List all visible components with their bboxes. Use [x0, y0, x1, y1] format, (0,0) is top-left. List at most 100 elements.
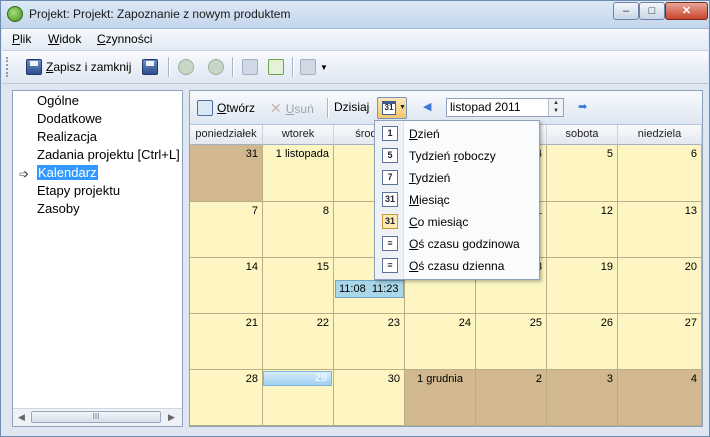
day-cell[interactable]: 6: [618, 145, 702, 202]
day-cell[interactable]: 28: [190, 370, 263, 426]
day-cell[interactable]: 14: [190, 258, 263, 314]
day-cell[interactable]: 8: [263, 202, 334, 258]
day-cell[interactable]: 19: [547, 258, 618, 314]
month-value: listopad 2011: [450, 100, 521, 114]
view-menu-label: Tydzień roboczy: [409, 149, 496, 163]
day-cell[interactable]: 26: [547, 314, 618, 370]
toolbar-separator: [292, 57, 294, 77]
day-cell[interactable]: 21: [190, 314, 263, 370]
calendar-icon: 7: [382, 170, 398, 185]
today-button[interactable]: Dzisiaj: [334, 100, 369, 114]
day-cell[interactable]: 29: [263, 370, 334, 426]
day-cell[interactable]: 7: [190, 202, 263, 258]
day-cell[interactable]: 1 listopada: [263, 145, 334, 202]
month-spinner[interactable]: ▲ ▼: [548, 99, 563, 116]
day-cell[interactable]: 13: [618, 202, 702, 258]
day-number: 29: [314, 372, 327, 384]
open-button[interactable]: Otwórz: [197, 100, 255, 116]
view-menu-item[interactable]: 5 Tydzień roboczy: [375, 145, 539, 167]
nav-item-kalendarz[interactable]: Kalendarz: [37, 165, 98, 180]
scroll-right-icon[interactable]: ▶: [168, 412, 175, 423]
day-cell[interactable]: 31: [190, 145, 263, 202]
day-number: 25: [529, 317, 542, 329]
nav-item-zasoby[interactable]: Zasoby: [37, 201, 80, 216]
refresh-button[interactable]: [268, 56, 284, 78]
view-menu-label-text: ydzień: [415, 171, 451, 185]
menu-plik[interactable]: Plik: [12, 32, 31, 46]
toolbar-separator: [327, 98, 329, 118]
day-number: 7: [251, 205, 258, 217]
day-number: 8: [322, 205, 329, 217]
view-menu-label-text: ś czasu godzinowa: [418, 237, 520, 251]
day-number: 4: [690, 373, 697, 385]
prev-month-icon[interactable]: ◀: [423, 100, 431, 113]
open-icon: [197, 100, 213, 116]
save-icon: [26, 59, 42, 75]
view-dropdown-button[interactable]: 31 ▼: [377, 97, 407, 119]
calendar-icon: 31: [382, 214, 398, 229]
window-title: Projekt: Projekt: Zapoznanie z nowym pro…: [29, 7, 291, 21]
scroll-thumb[interactable]: III: [31, 411, 161, 423]
nav-item-etapy[interactable]: Etapy projektu: [37, 183, 120, 198]
day-number: 1 listopada: [275, 148, 329, 160]
view-menu-item[interactable]: ≡ Oś czasu godzinowa: [375, 233, 539, 255]
next-month-icon[interactable]: ➡: [578, 100, 587, 113]
day-cell[interactable]: 15: [263, 258, 334, 314]
view-menu-label-text: ś czasu dzienna: [418, 259, 505, 273]
view-menu-item[interactable]: ≡ Oś czasu dzienna: [375, 255, 539, 277]
day-number: 2: [535, 373, 542, 385]
save-close-button[interactable]: Zapisz i zamknij: [26, 56, 131, 78]
nav-item-realizacja[interactable]: Realizacja: [37, 129, 97, 144]
print-dropdown-icon[interactable]: ▼: [320, 63, 328, 72]
day-number: 5: [606, 148, 613, 160]
day-header: niedziela: [618, 125, 702, 145]
delete-label: suń: [294, 101, 314, 116]
day-cell[interactable]: 3: [547, 370, 618, 426]
scroll-left-icon[interactable]: ◀: [18, 412, 25, 423]
horizontal-scrollbar[interactable]: ◀ III ▶: [13, 408, 182, 426]
view-menu-mnemonic: D: [409, 127, 418, 141]
day-cell[interactable]: 12: [547, 202, 618, 258]
day-number: 21: [245, 317, 258, 329]
back-button[interactable]: [178, 56, 194, 78]
nav-item-ogolne[interactable]: Ogólne: [37, 93, 79, 108]
day-cell[interactable]: 23: [334, 314, 405, 370]
tools-button[interactable]: [242, 56, 258, 78]
close-button[interactable]: ✕: [665, 2, 708, 20]
calendar-event[interactable]: 11:08 11:23: [335, 280, 404, 298]
nav-item-dodatkowe[interactable]: Dodatkowe: [37, 111, 102, 126]
day-number: 28: [245, 373, 258, 385]
view-menu-item[interactable]: 31 Miesiąc: [375, 189, 539, 211]
print-icon: [300, 59, 316, 75]
day-number: 24: [458, 317, 471, 329]
minimize-button[interactable]: –: [613, 2, 639, 20]
forward-button[interactable]: [208, 56, 224, 78]
day-cell[interactable]: 25: [476, 314, 547, 370]
menu-widok[interactable]: Widok: [48, 32, 81, 46]
view-menu-item[interactable]: 31 Co miesiąc: [375, 211, 539, 233]
calendar-view-icon: 31: [382, 101, 396, 115]
tools-icon: [242, 59, 258, 75]
view-menu-label-text: oboczy: [457, 149, 496, 163]
open-label: twórz: [226, 101, 256, 115]
maximize-button[interactable]: □: [639, 2, 665, 20]
day-cell[interactable]: 20: [618, 258, 702, 314]
save-button[interactable]: [142, 56, 158, 78]
day-cell[interactable]: 5: [547, 145, 618, 202]
day-cell[interactable]: 4: [618, 370, 702, 426]
calendar-icon: ≡: [382, 258, 398, 273]
day-cell[interactable]: 27: [618, 314, 702, 370]
day-cell[interactable]: 2: [476, 370, 547, 426]
day-cell[interactable]: 1 grudnia: [405, 370, 476, 426]
menu-czynnosci[interactable]: Czynności: [97, 32, 152, 46]
delete-button[interactable]: ✕ Usuń: [270, 100, 314, 117]
nav-item-zadania[interactable]: Zadania projektu [Ctrl+L]: [37, 147, 180, 162]
day-cell[interactable]: 22: [263, 314, 334, 370]
day-cell[interactable]: 30: [334, 370, 405, 426]
print-button[interactable]: ▼: [300, 56, 328, 78]
view-menu-item[interactable]: 7 Tydzień: [375, 167, 539, 189]
view-menu-item[interactable]: 1 Dzień: [375, 123, 539, 145]
day-cell[interactable]: 24: [405, 314, 476, 370]
month-field[interactable]: listopad 2011 ▲ ▼: [446, 98, 564, 117]
toolbar-separator: [168, 57, 170, 77]
